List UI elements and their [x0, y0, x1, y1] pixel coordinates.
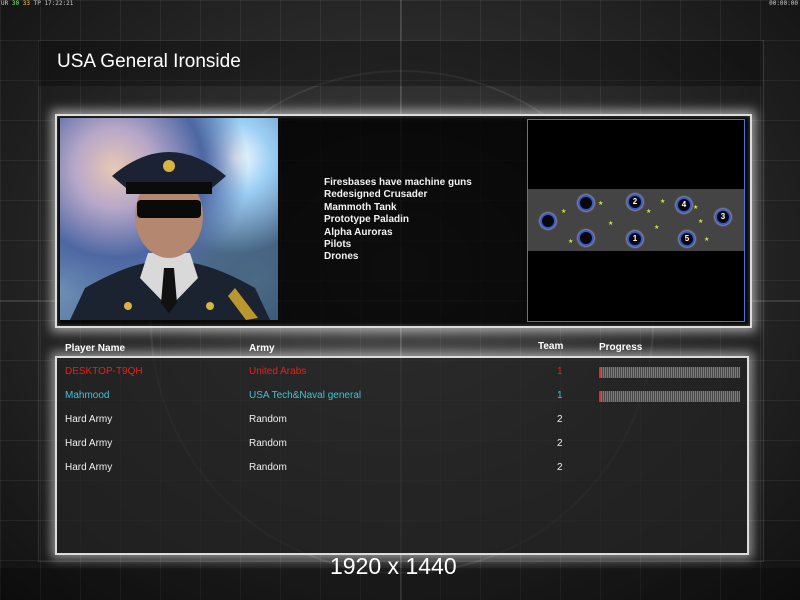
feature-item: Firesbases have machine guns [324, 177, 472, 188]
hud-clock: 17:22:21 [44, 0, 74, 7]
start-position[interactable]: 1 [627, 231, 643, 247]
feature-item: Alpha Auroras [324, 226, 393, 238]
start-position[interactable]: 2 [627, 194, 643, 210]
supply-icon: ★ [598, 201, 604, 207]
supply-icon: ★ [660, 199, 666, 205]
column-header-team: Team [538, 341, 564, 352]
general-portrait [60, 118, 278, 320]
supply-icon: ★ [561, 209, 567, 215]
player-team: 2 [557, 438, 563, 449]
table-row[interactable]: DESKTOP-T9QH United Arabs 1 [0, 366, 800, 382]
player-name: Hard Army [65, 462, 113, 473]
player-name: Hard Army [65, 438, 113, 449]
table-row[interactable]: Mahmood USA Tech&Naval general 1 [0, 390, 800, 406]
player-army: Random [249, 438, 287, 449]
loading-progress-bar [598, 366, 741, 379]
start-position[interactable] [540, 213, 556, 229]
loading-progress-bar [598, 390, 741, 403]
player-team: 2 [557, 414, 563, 425]
hud-value-c: TP [33, 0, 41, 7]
supply-icon: ★ [608, 221, 614, 227]
resolution-overlay: 1920 x 1440 [330, 553, 457, 579]
table-row[interactable]: Hard Army Random 2 [0, 438, 800, 454]
feature-item: Drones [324, 251, 359, 263]
player-team: 1 [557, 366, 563, 377]
feature-item: Pilots [324, 239, 352, 251]
hud-value-b: 33 [22, 0, 30, 7]
supply-icon: ★ [646, 209, 652, 215]
supply-icon: ★ [693, 205, 699, 211]
player-name: Hard Army [65, 414, 113, 425]
player-name: DESKTOP-T9QH [65, 366, 143, 377]
hud-value-a: 30 [11, 0, 20, 7]
map-preview[interactable]: 2 4 3 1 5 ★ ★ ★ ★ ★ ★ ★ ★ ★ ★ [527, 119, 745, 322]
feature-item: Prototype Paladin [324, 214, 410, 226]
loading-progress-fill [599, 391, 601, 402]
player-army: Random [249, 414, 287, 425]
start-position[interactable]: 5 [679, 231, 695, 247]
start-position[interactable] [578, 230, 594, 246]
column-header-army: Army [249, 343, 275, 354]
start-position[interactable]: 3 [715, 209, 731, 225]
page-title: USA General Ironside [57, 51, 241, 72]
table-row[interactable]: Hard Army Random 2 [0, 414, 800, 430]
supply-icon: ★ [698, 219, 704, 225]
hud-prefix: UR [1, 0, 9, 7]
player-team: 1 [557, 390, 563, 401]
player-army: Random [249, 462, 287, 473]
hud-status-left: UR 30 33 TP 17:22:21 [1, 0, 73, 7]
players-table [55, 356, 749, 555]
player-army: USA Tech&Naval general [249, 390, 362, 401]
feature-item: Mammoth Tank [324, 201, 397, 213]
table-row[interactable]: Hard Army Random 2 [0, 462, 800, 478]
player-team: 2 [557, 462, 563, 473]
general-features-list: Firesbases have machine guns Redesigned … [324, 177, 472, 264]
player-name: Mahmood [65, 390, 110, 401]
portrait-figure [70, 152, 270, 320]
loading-progress-fill [599, 367, 601, 378]
hud-timer: 00:00:00 [769, 0, 798, 7]
supply-icon: ★ [704, 237, 710, 243]
start-position[interactable]: 4 [676, 197, 692, 213]
supply-icon: ★ [654, 225, 660, 231]
start-position[interactable] [578, 195, 594, 211]
column-header-progress: Progress [599, 342, 643, 353]
column-header-player-name: Player Name [65, 343, 126, 354]
feature-item: Redesigned Crusader [324, 189, 428, 201]
supply-icon: ★ [568, 239, 574, 245]
player-army: United Arabs [249, 366, 307, 377]
